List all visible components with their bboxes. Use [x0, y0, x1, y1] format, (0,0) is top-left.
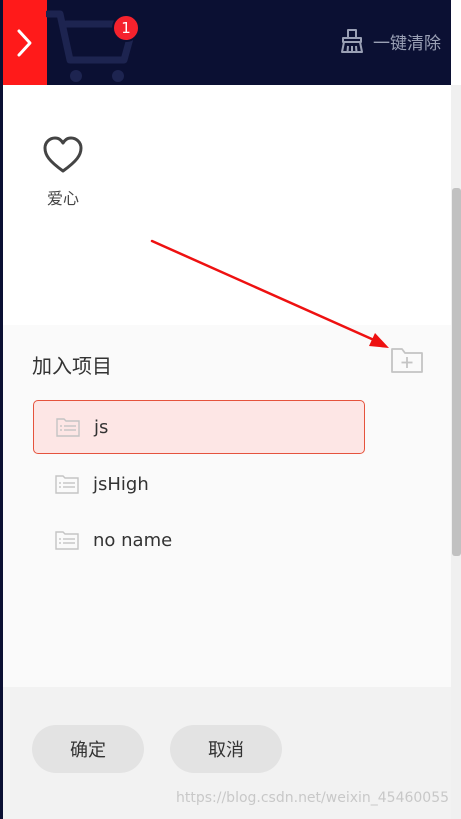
- chevron-right-icon: [17, 29, 31, 56]
- watermark: https://blog.csdn.net/weixin_45460055: [176, 790, 450, 806]
- project-item-js[interactable]: js: [33, 400, 365, 454]
- scrollbar-thumb[interactable]: [452, 188, 461, 556]
- project-label: no name: [93, 529, 173, 551]
- section-title: 加入项目: [32, 354, 112, 378]
- clear-all-button[interactable]: 一键清除: [339, 28, 441, 54]
- project-label: js: [94, 416, 109, 438]
- broom-icon: [341, 29, 363, 53]
- heart-icon: [43, 136, 83, 173]
- project-item-no-name[interactable]: no name: [33, 513, 365, 567]
- collapse-button[interactable]: [0, 0, 47, 85]
- window-edge: [451, 0, 461, 85]
- cart-badge: 1: [112, 14, 140, 42]
- favorite-label: 爱心: [46, 189, 79, 208]
- folder-icon: [56, 418, 80, 437]
- favorite-button[interactable]: 爱心: [40, 135, 86, 209]
- folder-icon: [55, 475, 79, 494]
- add-folder-icon[interactable]: [390, 345, 424, 375]
- project-label: jsHigh: [93, 473, 149, 495]
- confirm-button[interactable]: 确定: [32, 725, 144, 773]
- clear-all-label: 一键清除: [373, 33, 441, 54]
- folder-icon: [55, 531, 79, 550]
- left-border: [0, 0, 3, 819]
- project-item-jshigh[interactable]: jsHigh: [33, 457, 365, 511]
- cancel-button[interactable]: 取消: [170, 725, 282, 773]
